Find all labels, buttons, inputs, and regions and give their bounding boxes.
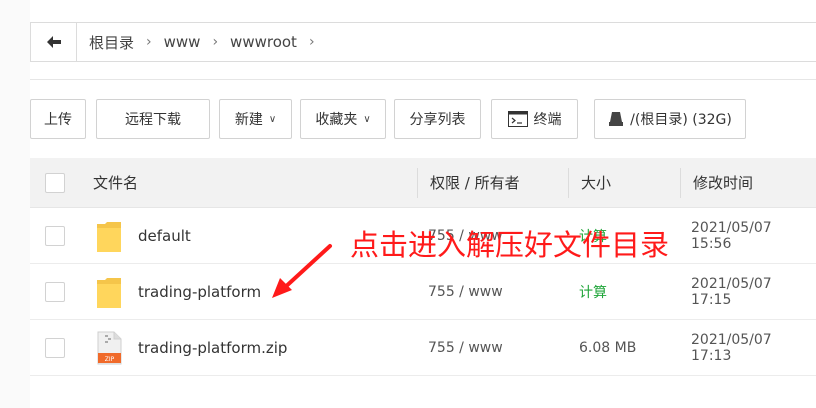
folder-icon <box>96 264 122 319</box>
zip-file-icon: ZIP <box>96 320 122 375</box>
remote-download-button[interactable]: 远程下载 <box>96 99 210 139</box>
file-name[interactable]: trading-platform.zip <box>138 320 287 375</box>
upload-button-label: 上传 <box>44 112 72 128</box>
file-manager-panel: 根目录 › www › wwwroot › 上传 远程下载 新建 ∨ 收藏夹 ∨… <box>30 0 816 408</box>
terminal-button[interactable]: 终端 <box>491 99 578 139</box>
divider <box>30 79 816 80</box>
share-list-label: 分享列表 <box>409 112 466 128</box>
favorites-button-label: 收藏夹 <box>315 112 358 128</box>
table-header: 文件名 权限 / 所有者 大小 修改时间 <box>30 158 816 208</box>
table-row[interactable]: trading-platform 755 / www 计算 2021/05/07… <box>30 264 816 320</box>
terminal-label: 终端 <box>533 112 562 128</box>
file-permission[interactable]: 755 / www <box>428 264 503 319</box>
disk-label: /(根目录) (32G) <box>630 112 732 128</box>
file-mtime: 2021/05/07 17:13 <box>691 331 772 364</box>
select-all-checkbox[interactable] <box>45 172 65 193</box>
file-name[interactable]: default <box>138 208 191 263</box>
chevron-down-icon: ∨ <box>363 113 371 125</box>
breadcrumb: 根目录 › www › wwwroot › <box>85 23 323 61</box>
new-button[interactable]: 新建 ∨ <box>219 99 292 139</box>
back-button[interactable] <box>31 23 77 61</box>
column-divider <box>680 168 681 198</box>
file-permission[interactable]: 755 / www <box>428 320 503 375</box>
hard-disk-icon <box>609 112 624 126</box>
new-button-label: 新建 <box>234 112 263 128</box>
row-checkbox[interactable] <box>45 225 65 246</box>
file-size-calc[interactable]: 计算 <box>579 264 607 319</box>
share-list-button[interactable]: 分享列表 <box>394 99 481 139</box>
chevron-right-icon: › <box>212 34 219 50</box>
file-mtime: 2021/05/07 17:15 <box>691 275 772 308</box>
annotation-arrow-icon <box>272 244 332 298</box>
chevron-down-icon: ∨ <box>268 113 277 125</box>
terminal-icon <box>507 111 528 127</box>
file-name[interactable]: trading-platform <box>138 264 261 319</box>
disk-button[interactable]: /(根目录) (32G) <box>594 99 746 139</box>
row-checkbox[interactable] <box>45 337 65 358</box>
upload-button[interactable]: 上传 <box>30 99 86 139</box>
column-divider <box>568 168 569 198</box>
file-size: 6.08 MB <box>579 339 637 356</box>
breadcrumb-item-wwwroot[interactable]: wwwroot <box>226 33 301 51</box>
header-permission[interactable]: 权限 / 所有者 <box>430 158 520 207</box>
breadcrumb-bar: 根目录 › www › wwwroot › <box>30 22 816 62</box>
svg-text:ZIP: ZIP <box>105 356 115 363</box>
header-name[interactable]: 文件名 <box>93 158 138 207</box>
breadcrumb-item-root[interactable]: 根目录 <box>85 32 138 53</box>
table-row[interactable]: ZIP trading-platform.zip 755 / www 6.08 … <box>30 320 816 376</box>
arrow-left-icon <box>46 36 61 48</box>
column-divider <box>417 168 418 198</box>
row-checkbox[interactable] <box>45 281 65 302</box>
folder-icon <box>96 208 122 263</box>
row-checkbox-cell <box>45 208 65 263</box>
annotation-text: 点击进入解压好文件目录 <box>350 228 670 262</box>
header-modified-time[interactable]: 修改时间 <box>693 158 753 207</box>
header-size[interactable]: 大小 <box>581 158 611 207</box>
row-checkbox-cell <box>45 264 65 319</box>
remote-download-label: 远程下载 <box>125 112 181 128</box>
breadcrumb-item-www[interactable]: www <box>160 33 205 51</box>
file-mtime: 2021/05/07 15:56 <box>691 219 772 252</box>
chevron-right-icon[interactable]: › <box>301 34 323 50</box>
chevron-right-icon: › <box>146 34 152 50</box>
select-all-cell <box>45 158 65 207</box>
row-checkbox-cell <box>45 320 65 375</box>
favorites-button[interactable]: 收藏夹 ∨ <box>300 99 386 139</box>
